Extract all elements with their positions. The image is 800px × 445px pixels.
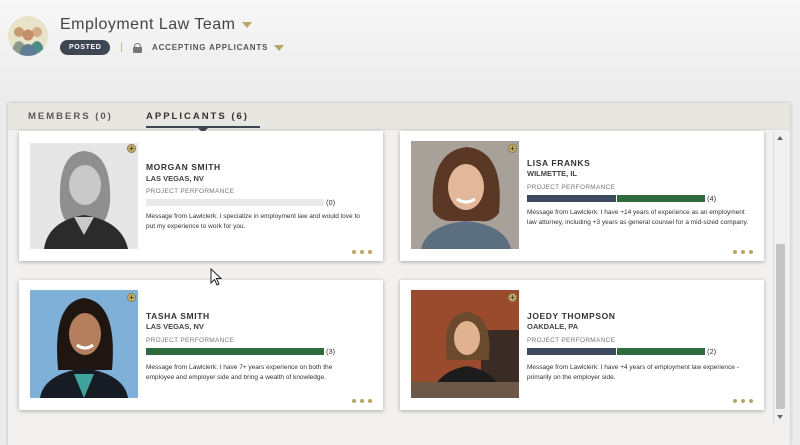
performance-label: PROJECT PERFORMANCE: [146, 188, 235, 195]
chevron-down-icon: [274, 44, 285, 51]
team-header: Employment Law Team POSTED | ACCEPTING A…: [0, 0, 800, 92]
separator: |: [120, 42, 123, 53]
performance-rating: (0): [326, 198, 336, 207]
applicant-location: LAS VEGAS, NV: [146, 322, 204, 331]
accepting-applicants-label: ACCEPTING APPLICANTS: [152, 43, 269, 52]
applicant-photo: [411, 290, 519, 398]
lock-icon: [133, 42, 142, 53]
accepting-applicants-dropdown[interactable]: ACCEPTING APPLICANTS: [152, 43, 285, 52]
applicant-message: Message from Lawlclerk: I specialize in …: [146, 213, 360, 230]
more-options-icon[interactable]: [352, 399, 372, 403]
applicant-message: Message from Lawlclerk: I have 7+ years …: [146, 364, 333, 381]
more-options-icon[interactable]: [733, 399, 753, 403]
add-applicant-icon[interactable]: +: [127, 293, 136, 302]
performance-bar: [146, 199, 324, 206]
status-badge: POSTED: [60, 40, 111, 55]
applicant-name: MORGAN SMITH: [146, 162, 221, 172]
status-row: POSTED | ACCEPTING APPLICANTS: [60, 40, 285, 55]
performance-rating: (3): [326, 347, 336, 356]
applicant-name: JOEDY THOMPSON: [527, 311, 616, 321]
applicant-message: Message from Lawlclerk: I have +4 years …: [527, 364, 739, 381]
add-applicant-icon[interactable]: +: [508, 144, 517, 153]
scroll-up-arrow-icon[interactable]: [777, 136, 783, 140]
team-title: Employment Law Team: [60, 16, 236, 33]
team-avatar: [8, 16, 48, 56]
add-applicant-icon[interactable]: +: [508, 293, 517, 302]
applicant-message: Message from Lawlclerk: I have +14 years…: [527, 209, 749, 226]
more-options-icon[interactable]: [733, 250, 753, 254]
applicant-location: OAKDALE, PA: [527, 322, 579, 331]
performance-rating: (4): [707, 194, 717, 203]
performance-rating: (2): [707, 347, 717, 356]
performance-label: PROJECT PERFORMANCE: [527, 184, 616, 191]
performance-bar: [146, 348, 324, 355]
applicant-card[interactable]: + MORGAN SMITH LAS VEGAS, NV PROJECT PER…: [19, 131, 383, 261]
performance-bar: [527, 195, 705, 202]
applicant-card[interactable]: + TASHA SMITH LAS VEGAS, NV PROJECT PERF…: [19, 280, 383, 410]
scroll-down-arrow-icon[interactable]: [777, 415, 783, 419]
applicant-card[interactable]: + JOEDY THOMPSON OAKDALE, PA PROJECT PER…: [400, 280, 764, 410]
performance-bar: [527, 348, 705, 355]
tab-bar: MEMBERS (0) APPLICANTS (6): [8, 103, 790, 133]
performance-label: PROJECT PERFORMANCE: [146, 337, 235, 344]
applicant-name: LISA FRANKS: [527, 158, 591, 168]
applicant-photo: [411, 141, 519, 249]
applicant-card[interactable]: + LISA FRANKS WILMETTE, IL PROJECT PERFO…: [400, 131, 764, 261]
applicant-name: TASHA SMITH: [146, 311, 210, 321]
team-title-dropdown[interactable]: Employment Law Team: [60, 16, 252, 34]
performance-label: PROJECT PERFORMANCE: [527, 337, 616, 344]
applicant-photo: [30, 143, 138, 249]
mouse-cursor-icon: [210, 268, 222, 286]
applicant-photo: [30, 290, 138, 398]
applicant-location: WILMETTE, IL: [527, 169, 577, 178]
tab-members[interactable]: MEMBERS (0): [28, 111, 113, 122]
chevron-down-icon: [241, 22, 252, 28]
more-options-icon[interactable]: [352, 250, 372, 254]
scrollbar-thumb[interactable]: [776, 244, 785, 409]
tab-applicants[interactable]: APPLICANTS (6): [146, 111, 249, 122]
applicant-location: LAS VEGAS, NV: [146, 174, 204, 183]
add-applicant-icon[interactable]: +: [127, 144, 136, 153]
